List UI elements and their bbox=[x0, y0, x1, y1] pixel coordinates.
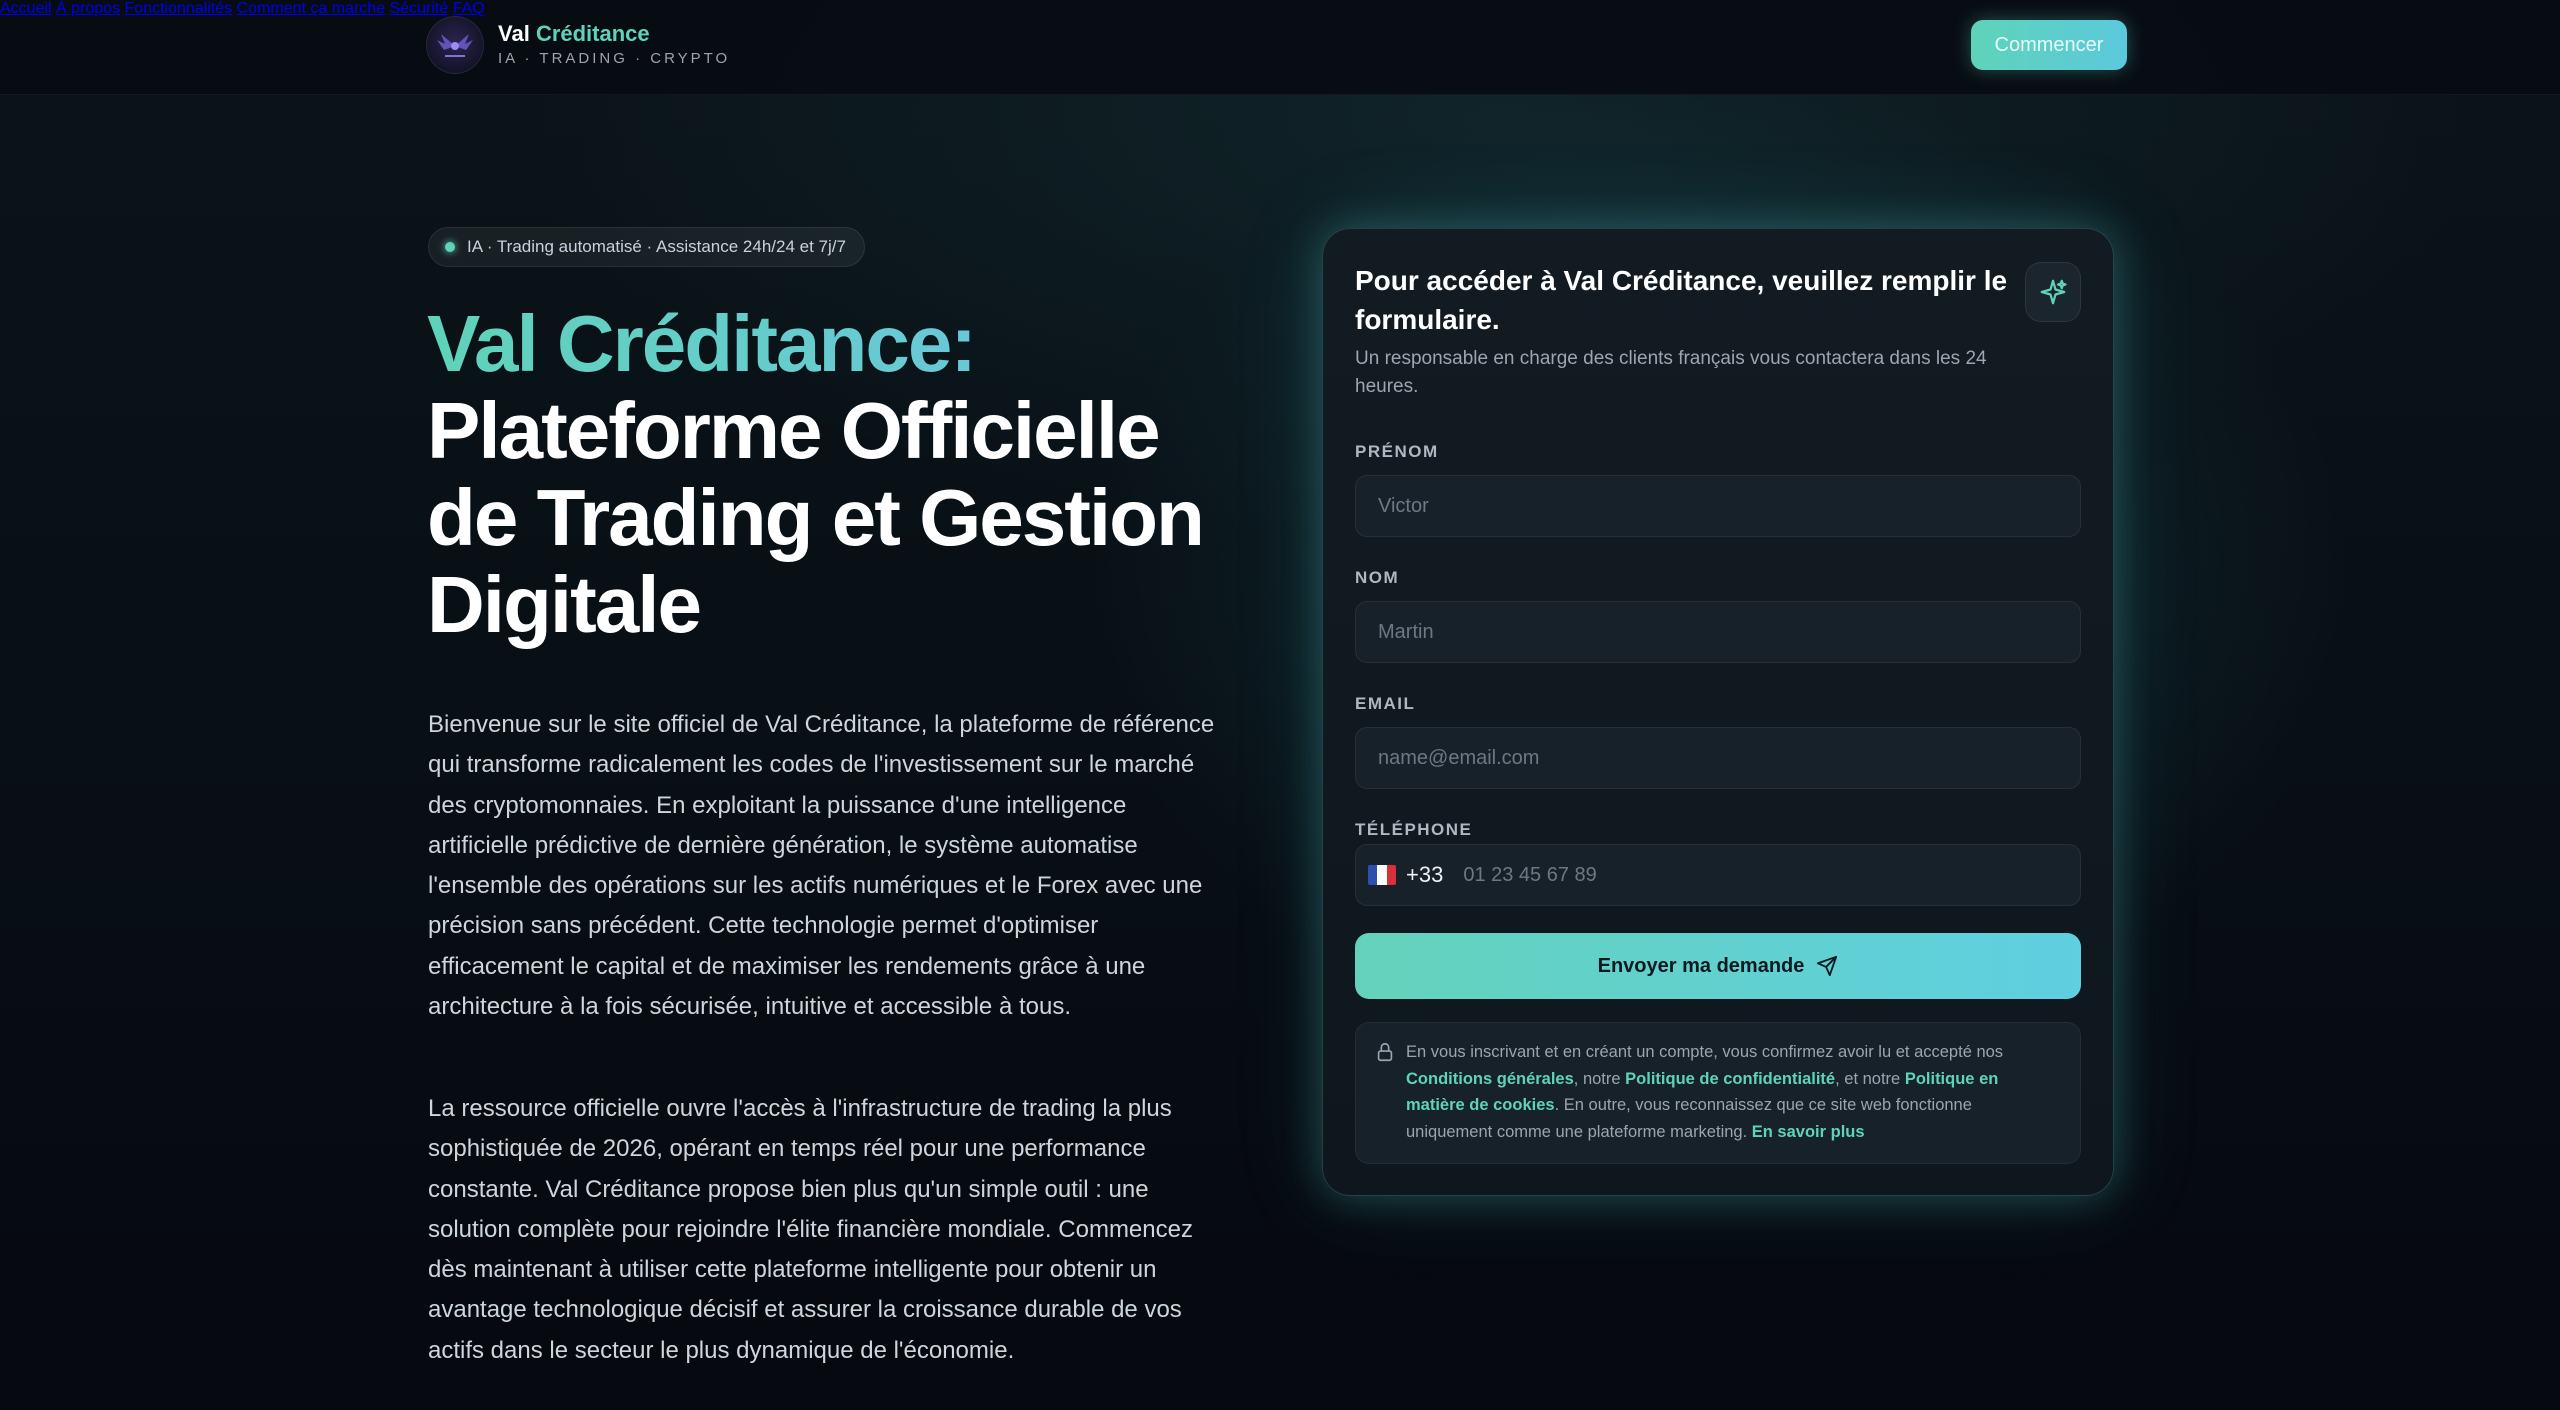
france-flag-icon[interactable] bbox=[1368, 865, 1396, 885]
nav-securite[interactable]: Sécurité bbox=[390, 0, 449, 17]
form-title: Pour accéder à Val Créditance, veuillez … bbox=[1355, 265, 2008, 335]
nav-comment-ca-marche[interactable]: Comment ça marche bbox=[237, 0, 386, 17]
brand-tagline: IA · TRADING · CRYPTO bbox=[498, 50, 731, 67]
page-background bbox=[0, 0, 2560, 1410]
hero-paragraph-1: Bienvenue sur le site officiel de Val Cr… bbox=[428, 711, 1215, 1021]
badge-text: IA · Trading automatisé · Assistance 24h… bbox=[467, 237, 846, 256]
brand[interactable]: Val Créditance IA · TRADING · CRYPTO bbox=[426, 16, 730, 74]
email-input[interactable] bbox=[1355, 727, 2081, 789]
phone-dial-code[interactable]: +33 bbox=[1406, 862, 1443, 888]
send-icon bbox=[1817, 955, 1838, 977]
firstname-label: PRÉNOM bbox=[1355, 442, 1439, 461]
feature-badge: IA · Trading automatisé · Assistance 24h… bbox=[428, 227, 865, 267]
phone-input[interactable] bbox=[1443, 845, 2080, 905]
lastname-label: NOM bbox=[1355, 568, 1400, 587]
nav-accueil[interactable]: Accueil bbox=[0, 0, 52, 17]
firstname-input[interactable] bbox=[1355, 475, 2081, 537]
phone-label: TÉLÉPHONE bbox=[1355, 820, 1473, 839]
submit-label: Envoyer ma demande bbox=[1597, 954, 1805, 977]
nav-faq[interactable]: FAQ bbox=[453, 0, 485, 17]
terms-link[interactable]: Conditions générales bbox=[1406, 1070, 1574, 1088]
top-navbar: Val Créditance IA · TRADING · CRYPTO Acc… bbox=[0, 0, 2560, 95]
signup-form-card: Pour accéder à Val Créditance, veuillez … bbox=[1322, 228, 2114, 1196]
lock-icon bbox=[1377, 1042, 1393, 1062]
hero-paragraph-2: La ressource officielle ouvre l'accès à … bbox=[428, 1095, 1193, 1364]
winged-emblem-icon bbox=[426, 16, 484, 74]
lastname-input[interactable] bbox=[1355, 601, 2081, 663]
email-label: EMAIL bbox=[1355, 694, 1416, 713]
brand-name: Val Créditance bbox=[498, 21, 650, 46]
legal-notice: En vous inscrivant et en créant un compt… bbox=[1355, 1022, 2081, 1164]
sparkle-icon bbox=[2025, 262, 2081, 322]
learn-more-link[interactable]: En savoir plus bbox=[1752, 1123, 1865, 1141]
nav-a-propos[interactable]: À propos bbox=[56, 0, 120, 17]
privacy-link[interactable]: Politique de confidentialité bbox=[1625, 1070, 1835, 1088]
hero-title-rest: Plateforme Officielle de Trading et Gest… bbox=[427, 386, 1205, 649]
phone-field: +33 bbox=[1355, 844, 2081, 906]
main-nav: Accueil À propos Fonctionnalités Comment… bbox=[0, 0, 2560, 18]
status-dot-icon bbox=[445, 242, 455, 252]
hero-title-highlight: Val Créditance: bbox=[427, 300, 1247, 387]
start-button[interactable]: Commencer bbox=[1971, 20, 2127, 70]
hero-title: Val Créditance: Plateforme Officielle de… bbox=[427, 300, 1247, 648]
submit-button[interactable]: Envoyer ma demande bbox=[1355, 933, 2081, 999]
form-subtitle: Un responsable en charge des clients fra… bbox=[1355, 348, 1987, 397]
nav-fonctionnalites[interactable]: Fonctionnalités bbox=[125, 0, 233, 17]
